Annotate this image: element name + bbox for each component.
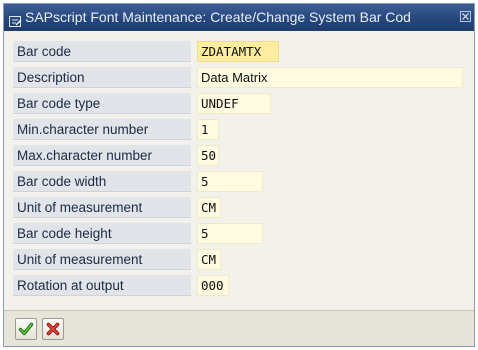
confirm-button[interactable] — [15, 318, 37, 340]
description-field[interactable]: Data Matrix — [197, 67, 463, 88]
bar-code-type-label: Bar code type — [13, 93, 191, 114]
window-title: SAPscript Font Maintenance: Create/Chang… — [25, 9, 411, 25]
window-menu-icon[interactable] — [9, 10, 22, 27]
rotation-at-output-label: Rotation at output — [13, 275, 191, 296]
rotation-at-output-field[interactable]: 000 — [197, 275, 229, 296]
checkmark-icon — [18, 322, 34, 336]
bar-code-height-label: Bar code height — [13, 223, 191, 244]
bar-code-field[interactable]: ZDATAMTX — [197, 41, 279, 62]
description-label: Description — [13, 67, 191, 88]
form-area: Bar code ZDATAMTX Description Data Matri… — [4, 31, 474, 310]
min-character-number-field[interactable]: 1 — [197, 119, 219, 140]
cancel-x-icon — [46, 322, 60, 336]
bar-code-type-field[interactable]: UNDEF — [197, 93, 271, 114]
close-icon[interactable] — [460, 11, 471, 22]
height-unit-field[interactable]: CM — [197, 249, 221, 270]
width-unit-field[interactable]: CM — [197, 197, 221, 218]
max-character-number-label: Max.character number — [13, 145, 191, 166]
dialog-window: SAPscript Font Maintenance: Create/Chang… — [3, 3, 475, 347]
max-character-number-field[interactable]: 50 — [197, 145, 219, 166]
unit-of-measurement-label: Unit of measurement — [13, 197, 191, 218]
title-bar[interactable]: SAPscript Font Maintenance: Create/Chang… — [4, 4, 474, 31]
min-character-number-label: Min.character number — [13, 119, 191, 140]
bar-code-width-label: Bar code width — [13, 171, 191, 192]
bar-code-height-field[interactable]: 5 — [197, 223, 263, 244]
unit-of-measurement-label: Unit of measurement — [13, 249, 191, 270]
bar-code-width-field[interactable]: 5 — [197, 171, 263, 192]
cancel-button[interactable] — [42, 318, 64, 340]
bar-code-label: Bar code — [13, 41, 191, 62]
button-bar — [4, 310, 474, 346]
